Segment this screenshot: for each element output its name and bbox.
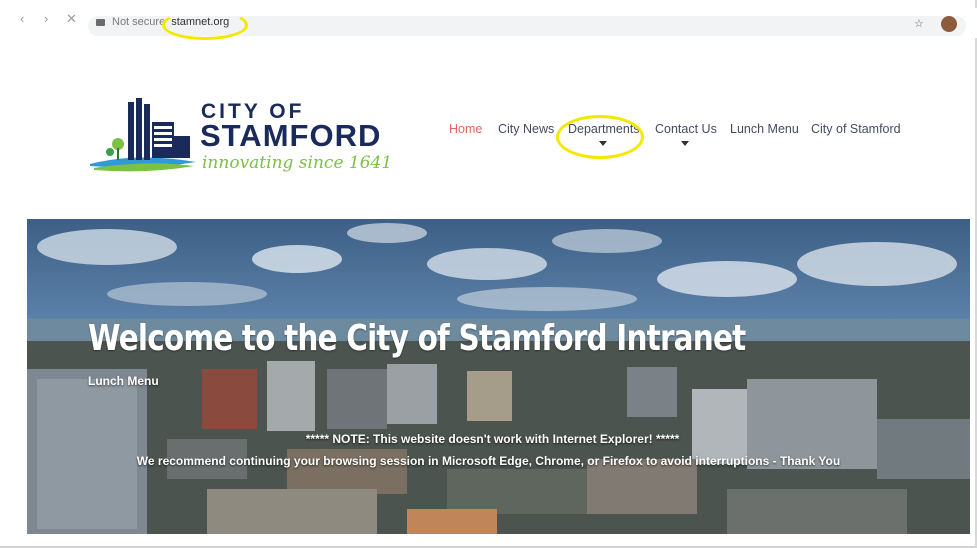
nav-contact-us[interactable]: Contact Us — [655, 122, 717, 136]
browser-recommendation-notice: We recommend continuing your browsing se… — [136, 454, 841, 468]
close-icon[interactable]: ✕ — [66, 12, 77, 26]
star-icon[interactable]: ☆ — [914, 17, 924, 30]
hero-lunch-menu-link[interactable]: Lunch Menu — [88, 374, 159, 388]
url-highlight-annotation — [162, 10, 248, 40]
security-label: Not secure — [112, 16, 166, 28]
avatar[interactable] — [941, 16, 957, 32]
departments-highlight-annotation — [556, 115, 644, 159]
forward-icon[interactable]: › — [44, 12, 48, 26]
back-icon[interactable]: ‹ — [20, 12, 24, 26]
logo-line2[interactable]: STAMFORD — [200, 118, 381, 154]
not-secure-icon[interactable] — [96, 19, 105, 26]
nav-lunch-menu[interactable]: Lunch Menu — [730, 122, 799, 136]
hero-title: Welcome to the City of Stamford Intranet — [88, 318, 746, 359]
nav-city-news[interactable]: City News — [498, 122, 554, 136]
nav-city-of-stamford[interactable]: City of Stamford — [811, 122, 901, 136]
ie-warning-notice: ***** NOTE: This website doesn't work wi… — [305, 432, 680, 446]
logo-tagline: innovating since 1641 — [202, 153, 393, 173]
city-skyline-image — [27, 223, 970, 534]
contact-chevron-down-icon[interactable] — [681, 141, 689, 146]
nav-home[interactable]: Home — [449, 122, 482, 136]
hero-banner — [27, 219, 970, 534]
